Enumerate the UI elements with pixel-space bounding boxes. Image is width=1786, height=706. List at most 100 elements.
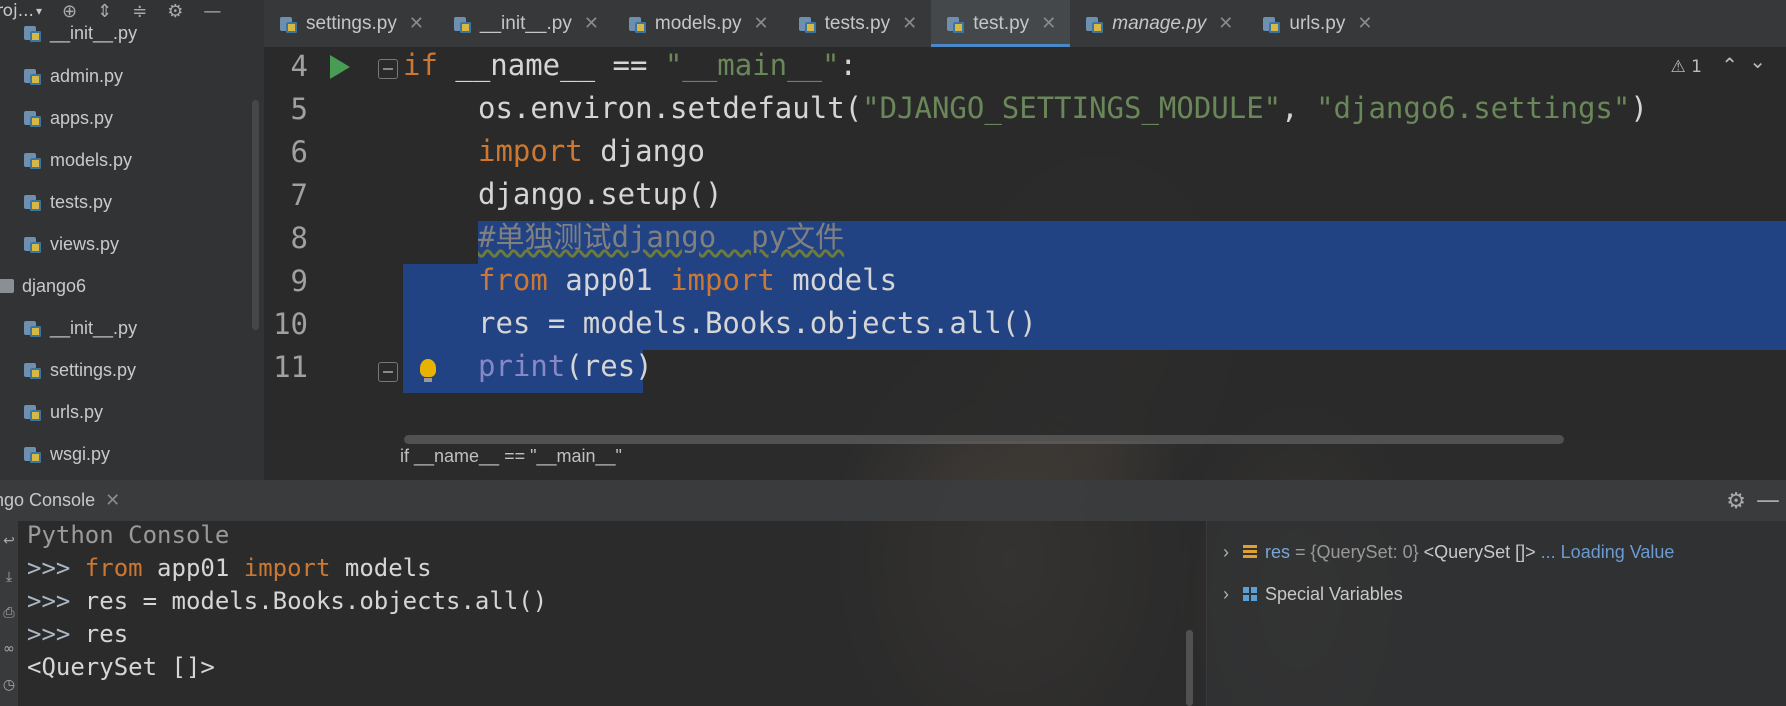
code-line-7: django.setup() [478,177,723,211]
chevron-down-icon[interactable]: ⌄ [1749,49,1766,73]
console-line: >>> from app01 import models [27,554,432,582]
tab-init-py[interactable]: __init__.py ✕ [438,0,613,47]
python-file-icon [24,445,42,463]
close-icon[interactable]: ✕ [105,490,120,510]
console-scrollbar[interactable] [1186,630,1193,706]
tree-item-django6-folder[interactable]: django6 [0,269,86,303]
code-editor[interactable]: 4 5 6 7 8 9 10 11 if __name__ == "__main… [264,47,1786,444]
code-line-9: from app01 import models [478,263,898,297]
tree-scrollbar[interactable] [252,100,259,330]
line-number: 4 [290,49,308,83]
tree-item-admin-py[interactable]: admin.py [24,59,123,93]
variables-panel: › res = {QuerySet: 0} <QuerySet []> ... … [1206,521,1786,706]
tab-settings-py[interactable]: settings.py ✕ [264,0,438,47]
python-file-icon [1086,15,1104,33]
python-file-icon [24,24,42,42]
variable-icon [1243,545,1257,559]
line-number: 11 [273,350,308,384]
tree-item-settings-py[interactable]: settings.py [24,353,136,387]
code-line-4: if __name__ == "__main__": [403,48,857,82]
python-file-icon [24,361,42,379]
close-icon[interactable]: ✕ [409,13,424,34]
close-icon[interactable]: ✕ [1041,13,1056,34]
line-number: 6 [290,135,308,169]
tree-item-wsgi-py[interactable]: wsgi.py [24,437,110,471]
tab-django-console[interactable]: ngo Console ✕ [0,490,120,511]
show-variables-icon[interactable]: ∞ [0,641,18,659]
code-line-6: import django [478,134,705,168]
editor-horizontal-scrollbar[interactable] [404,435,1564,444]
tab-tests-py[interactable]: tests.py ✕ [783,0,932,47]
python-file-icon [453,15,472,33]
history-icon[interactable]: ◷ [0,677,18,695]
line-number: 9 [290,264,308,298]
python-file-icon [24,151,42,169]
console-header: ngo Console ✕ ⚙ — [0,480,1786,521]
close-icon[interactable]: ✕ [1357,13,1372,34]
python-file-icon [24,235,42,253]
tree-item-tests-py[interactable]: tests.py [24,185,112,219]
tab-urls-py[interactable]: urls.py ✕ [1247,0,1386,47]
project-tree-panel: roj... ▾ ⊕ ⇕ ≑ ⚙ — __init__.py admin.py … [0,0,264,480]
hide-icon[interactable]: — [203,1,221,22]
python-file-icon [1263,15,1281,33]
chevron-up-icon[interactable]: ⌃ [1721,53,1738,77]
close-icon[interactable]: ✕ [1218,13,1233,34]
tree-item-init-py[interactable]: __init__.py [24,16,137,50]
special-variables-icon [1243,587,1257,601]
line-number: 5 [290,92,308,126]
line-number: 10 [273,307,308,341]
lightbulb-icon[interactable] [420,359,436,382]
soft-wrap-icon[interactable]: ↩ [0,533,18,551]
tree-item-urls-py[interactable]: urls.py [24,395,103,429]
tree-item-init-py[interactable]: __init__.py [24,311,137,345]
warning-icon: ⚠ [1670,57,1686,77]
gear-icon[interactable]: ⚙ [167,1,183,22]
tab-models-py[interactable]: models.py ✕ [613,0,783,47]
console-line: <QuerySet []> [27,653,215,681]
tab-manage-py[interactable]: manage.py ✕ [1070,0,1247,47]
console-output[interactable]: Python Console >>> from app01 import mod… [0,521,1202,706]
breadcrumb[interactable]: if __name__ == "__main__" [400,446,622,467]
console-line: >>> res = models.Books.objects.all() [27,587,548,615]
line-number: 7 [290,178,308,212]
run-icon[interactable] [330,55,350,79]
python-file-icon [24,319,42,337]
console-line: >>> res [27,620,129,648]
gear-icon[interactable]: ⚙ [1726,489,1746,514]
load-value-link[interactable]: ... Loading Value [1541,542,1675,563]
python-file-icon [798,15,817,33]
scroll-to-end-icon[interactable]: ⤓ [0,569,18,587]
code-line-11: print(res) [478,349,653,383]
python-file-icon [24,67,42,85]
special-variables[interactable]: › Special Variables [1223,579,1403,609]
console-line: Python Console [27,521,230,549]
fold-icon[interactable] [378,362,398,382]
variable-res[interactable]: › res = {QuerySet: 0} <QuerySet []> ... … [1223,537,1674,567]
close-icon[interactable]: ✕ [902,13,917,34]
tree-item-models-py[interactable]: models.py [24,143,132,177]
minimize-icon[interactable]: — [1756,486,1780,514]
tree-item-views-py[interactable]: views.py [24,227,119,261]
python-file-icon [947,15,965,33]
line-number: 8 [290,221,308,255]
tree-item-apps-py[interactable]: apps.py [24,101,113,135]
python-file-icon [24,403,42,421]
console-toolbar: ↩ ⤓ ⎙ ∞ ◷ [0,521,18,706]
python-file-icon [24,109,42,127]
print-icon[interactable]: ⎙ [0,605,18,623]
python-file-icon [24,193,42,211]
folder-icon [0,279,14,293]
editor-tab-bar: settings.py ✕ __init__.py ✕ models.py ✕ tes… [264,0,1786,47]
close-icon[interactable]: ✕ [754,13,769,34]
python-file-icon [628,15,647,33]
chevron-right-icon[interactable]: › [1223,584,1229,605]
code-line-8: #单独测试django py文件 [478,220,845,254]
chevron-right-icon[interactable]: › [1223,542,1229,563]
fold-icon[interactable] [378,59,398,79]
inspection-widget[interactable]: ⚠ 1 [1671,57,1702,77]
python-file-icon [280,15,298,33]
tab-test-py[interactable]: test.py ✕ [931,0,1071,47]
code-line-5: os.environ.setdefault("DJANGO_SETTINGS_M… [478,91,1648,125]
close-icon[interactable]: ✕ [584,13,599,34]
